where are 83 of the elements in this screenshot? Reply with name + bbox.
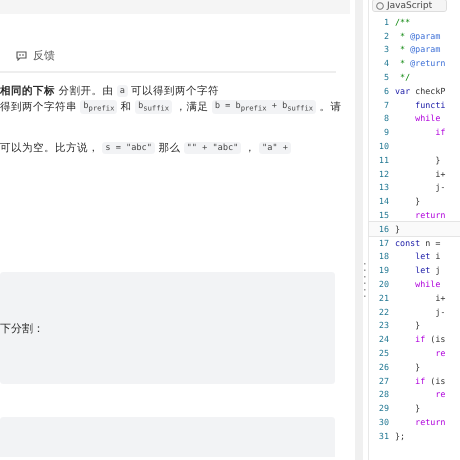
code-line: i+ <box>434 292 446 303</box>
code-line: * @param <box>399 30 440 41</box>
code-line: * @param <box>399 44 440 54</box>
code-line: var checkP <box>395 86 446 96</box>
line-number: 6 <box>382 86 389 96</box>
inline-code: a <box>116 85 128 97</box>
line-number: 13 <box>378 182 389 192</box>
description-text: 可以为空。比方说， <box>0 141 100 155</box>
line-number: 19 <box>378 265 389 276</box>
line-number: 20 <box>378 279 389 290</box>
code-line: } <box>414 403 420 414</box>
code-line: j- <box>434 306 446 317</box>
line-number: 16 <box>378 224 389 234</box>
line-number: 8 <box>382 113 389 124</box>
line-number: 27 <box>378 376 389 386</box>
line-number: 2 <box>382 30 389 41</box>
line-number: 14 <box>378 196 389 206</box>
code-line: let j <box>414 265 440 276</box>
line-number: 30 <box>378 417 389 427</box>
inline-code: b = b$_{prefix}$ + b$_{suffix}$ <box>212 100 316 114</box>
description-text: 那么 <box>157 141 182 155</box>
code-line: return <box>414 210 446 220</box>
code-line: j- <box>434 182 446 192</box>
line-number: 21 <box>378 292 389 303</box>
code-line: } <box>414 196 420 206</box>
code-line: let i <box>414 251 440 262</box>
description-text: 相同的下标 <box>0 84 55 98</box>
description-text: 分割开。由 <box>57 84 114 98</box>
line-number: 28 <box>378 389 389 400</box>
code-line: } <box>434 154 440 165</box>
line-number: 26 <box>378 362 389 372</box>
code-line: while <box>414 113 440 124</box>
code-line: if (is <box>414 334 446 344</box>
code-line: re <box>434 348 446 358</box>
code-line: functi <box>414 100 446 110</box>
description-text: 。请 <box>318 100 342 114</box>
line-number: 15 <box>378 210 389 220</box>
line-number: 10 <box>378 141 389 152</box>
inline-code: b$_{prefix}$ <box>80 100 118 114</box>
code-line: * @return <box>399 58 446 68</box>
line-number: 5 <box>382 72 389 82</box>
code-line: if <box>434 127 446 138</box>
description-text: ， <box>244 141 257 155</box>
inline-code: "a" + <box>259 142 291 154</box>
line-number: 25 <box>378 348 389 358</box>
code-line: */ <box>399 72 410 82</box>
code-line: } <box>414 320 420 330</box>
code-line: } <box>395 224 400 234</box>
line-number: 4 <box>382 58 389 68</box>
line-number: 22 <box>378 306 389 317</box>
code-line: const n = <box>395 238 442 248</box>
line-number: 3 <box>382 44 389 54</box>
line-number: 7 <box>382 100 389 110</box>
line-number: 24 <box>378 334 389 344</box>
code-line: while <box>414 279 440 290</box>
description-text: ，满足 <box>174 100 210 114</box>
comment-icon <box>16 50 27 60</box>
inline-code: b$_{suffix}$ <box>135 100 172 114</box>
description-text: 得到两个字符串 <box>0 100 78 114</box>
code-line: if (is <box>414 376 446 386</box>
line-number: 12 <box>378 168 389 179</box>
code-line: i+ <box>434 168 446 179</box>
line-number: 11 <box>378 154 389 165</box>
feedback-button[interactable]: 反馈 <box>16 48 55 63</box>
line-number: 23 <box>378 320 389 330</box>
language-dropdown[interactable]: JavaScript <box>372 0 448 12</box>
code-line: } <box>414 362 420 372</box>
line-number: 29 <box>378 403 389 414</box>
code-line: re <box>434 389 446 400</box>
info-icon <box>376 2 384 10</box>
example-text: 下分割： <box>0 320 44 336</box>
line-number: 18 <box>378 251 389 262</box>
line-number: 9 <box>382 127 389 138</box>
code-line: return <box>414 417 446 427</box>
inline-code: s = "abc" <box>102 142 155 154</box>
description-text: 和 <box>120 100 133 114</box>
line-number: 31 <box>378 430 389 441</box>
code-line: /** <box>395 16 410 27</box>
inline-code: "" + "abc" <box>184 142 242 154</box>
description-text: 可以得到两个字符 <box>130 84 220 98</box>
code-line: }; <box>395 430 406 441</box>
line-number: 1 <box>382 16 389 27</box>
line-number: 17 <box>378 238 389 248</box>
